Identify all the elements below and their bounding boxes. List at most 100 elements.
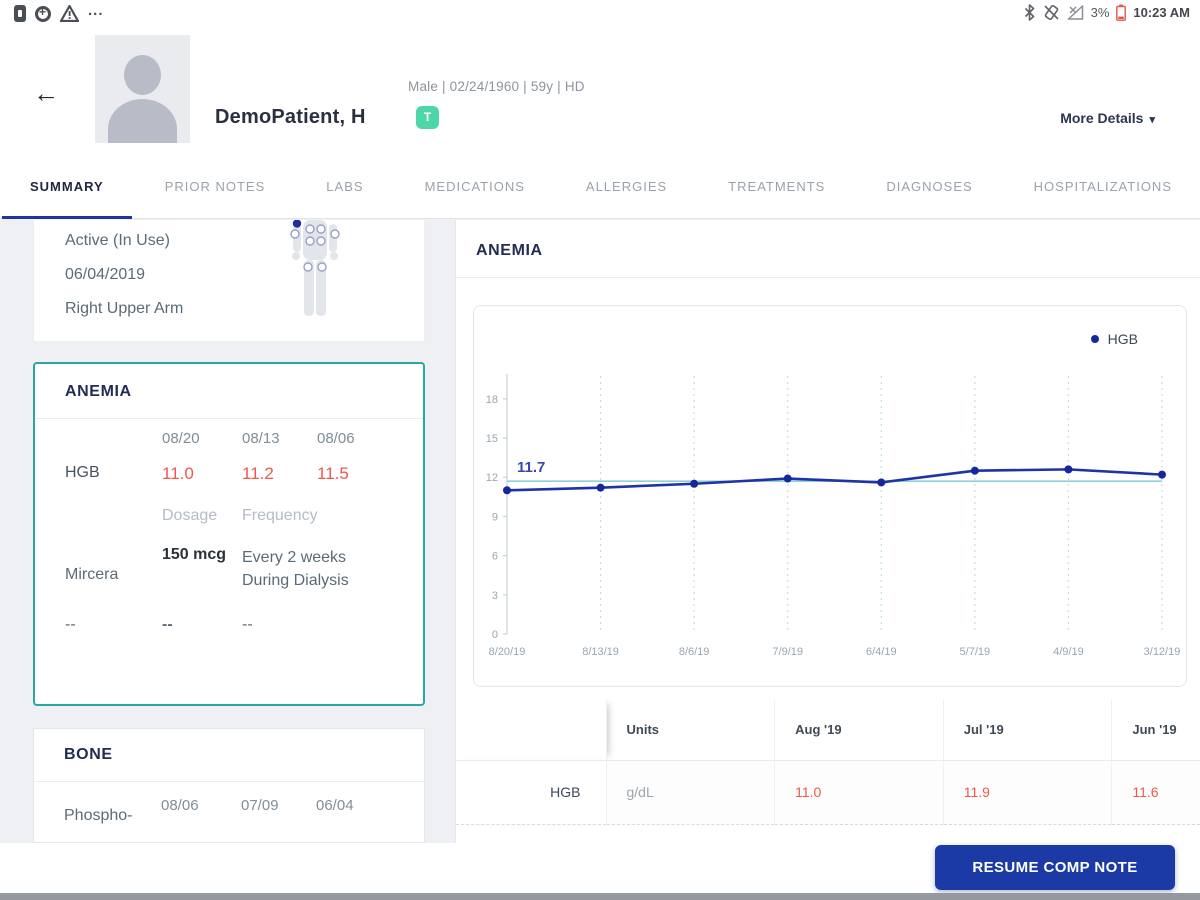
anemia-summary-card[interactable]: ANEMIA 08/20 08/13 08/06 HGB 11.0 11.2 1… bbox=[33, 362, 425, 706]
bluetooth-icon bbox=[1024, 4, 1034, 21]
patient-demographics: Male | 02/24/1960 | 59y | HD bbox=[408, 79, 585, 94]
tab-labs[interactable]: LABS bbox=[324, 155, 365, 219]
dosage-header: Dosage bbox=[162, 507, 218, 524]
lab-date: 08/20 bbox=[162, 430, 200, 447]
anemia-detail-panel: ANEMIA HGB 0 3 6 9 12 15 18 8/20/19 8/13/19 8/6/1… bbox=[455, 220, 1200, 843]
month-header: Jun '19 bbox=[1111, 700, 1200, 761]
tab-label: HOSPITALIZATIONS bbox=[1033, 179, 1172, 194]
telehealth-badge: T bbox=[416, 106, 439, 129]
y-tick-label: 0 bbox=[492, 629, 498, 641]
value-cell: 11.9 bbox=[943, 760, 1113, 825]
tab-summary[interactable]: SUMMARY bbox=[2, 155, 132, 219]
low-battery-icon bbox=[1116, 4, 1127, 21]
x-tick-label: 3/12/19 bbox=[1144, 646, 1181, 658]
y-tick-label: 6 bbox=[492, 551, 498, 563]
legend-label: HGB bbox=[1107, 331, 1138, 347]
avatar bbox=[95, 35, 190, 143]
tab-label: MEDICATIONS bbox=[424, 179, 525, 194]
lab-date: 06/04 bbox=[316, 797, 354, 814]
data-point bbox=[1158, 470, 1166, 479]
y-tick-label: 9 bbox=[492, 511, 498, 523]
lab-date: 08/06 bbox=[161, 797, 199, 814]
y-tick-label: 15 bbox=[486, 433, 498, 445]
empty-value: -- bbox=[242, 616, 253, 633]
data-saver-icon bbox=[35, 5, 51, 22]
lab-value: 11.5 bbox=[317, 464, 349, 483]
battery-dock-icon bbox=[14, 5, 26, 22]
tab-label: TREATMENTS bbox=[728, 179, 826, 194]
row-label: HGB bbox=[456, 760, 607, 825]
data-point bbox=[690, 479, 699, 488]
y-tick-label: 3 bbox=[492, 590, 498, 602]
units-header: Units bbox=[606, 700, 776, 761]
x-tick-label: 6/4/19 bbox=[866, 646, 897, 658]
bone-summary-card[interactable]: BONE Phospho- 08/06 07/09 06/04 bbox=[33, 728, 425, 843]
empty-value: -- bbox=[162, 616, 173, 633]
chevron-down-icon: ▾ bbox=[1149, 114, 1155, 126]
more-details-label: More Details bbox=[1060, 110, 1144, 126]
tab-diagnoses[interactable]: DIAGNOSES bbox=[884, 155, 974, 219]
x-tick-label: 8/6/19 bbox=[679, 646, 710, 658]
med-dosage: 150 mcg bbox=[162, 546, 227, 563]
hgb-line-chart[interactable]: 0 3 6 9 12 15 18 8/20/19 8/13/19 8/6/19 7/9/19 6/4/… bbox=[474, 306, 1188, 688]
warning-icon bbox=[60, 5, 79, 22]
vibrate-mute-icon bbox=[1044, 4, 1059, 21]
table-header-row: Units Aug '19 Jul '19 Jun '19 bbox=[456, 700, 1200, 761]
data-point bbox=[783, 474, 792, 483]
month-header: Jul '19 bbox=[943, 700, 1113, 761]
lab-date: 07/09 bbox=[241, 797, 279, 814]
navigation-band bbox=[0, 893, 1200, 900]
tab-prior-notes[interactable]: PRIOR NOTES bbox=[163, 155, 268, 219]
tab-label: PRIOR NOTES bbox=[164, 179, 266, 194]
value-cell: 11.6 bbox=[1111, 760, 1200, 825]
tab-label: ALLERGIES bbox=[585, 179, 668, 194]
empty-value: -- bbox=[65, 616, 76, 633]
divider bbox=[456, 277, 1200, 278]
resume-comp-note-button[interactable]: RESUME COMP NOTE bbox=[935, 845, 1175, 890]
status-bar: ... 3% 10:23 AM bbox=[0, 0, 1200, 30]
signal-off-icon bbox=[1067, 5, 1083, 20]
reference-annotation: 11.7 bbox=[517, 459, 545, 476]
status-right-group: 3% 10:23 AM bbox=[1023, 4, 1190, 21]
value-cell: 11.0 bbox=[774, 760, 944, 825]
lab-name: Phospho- bbox=[64, 807, 133, 824]
med-frequency-line2: During Dialysis bbox=[242, 572, 349, 589]
data-point bbox=[503, 486, 511, 495]
access-status: Active (In Use) bbox=[65, 232, 170, 249]
more-details-button[interactable]: More Details ▾ bbox=[1060, 110, 1155, 126]
x-tick-label: 8/13/19 bbox=[582, 646, 619, 658]
table-row: HGB g/dL 11.0 11.9 11.6 bbox=[456, 760, 1200, 825]
data-point bbox=[970, 466, 979, 475]
access-site: Right Upper Arm bbox=[65, 300, 184, 317]
tab-medications[interactable]: MEDICATIONS bbox=[423, 155, 527, 219]
avatar-head-shape bbox=[124, 55, 161, 95]
access-site-card[interactable]: Active (In Use) 06/04/2019 Right Upper A… bbox=[33, 220, 425, 342]
patient-name: DemoPatient, H bbox=[215, 106, 366, 128]
section-title: ANEMIA bbox=[476, 242, 543, 259]
y-tick-label: 12 bbox=[486, 472, 498, 484]
med-frequency-line1: Every 2 weeks bbox=[242, 549, 347, 566]
data-point bbox=[877, 478, 886, 487]
lab-value: 11.2 bbox=[242, 464, 274, 483]
back-arrow-icon[interactable]: ← bbox=[33, 78, 59, 109]
x-tick-label: 8/20/19 bbox=[489, 646, 526, 658]
tab-label: DIAGNOSES bbox=[886, 179, 973, 194]
avatar-torso-shape bbox=[108, 99, 177, 143]
hgb-trend-chart-card: HGB 0 3 6 9 12 15 18 8/20/19 8/13/19 8/6/19 7/9/19… bbox=[473, 305, 1187, 687]
card-title: ANEMIA bbox=[65, 383, 132, 400]
tab-allergies[interactable]: ALLERGIES bbox=[584, 155, 669, 219]
y-tick-label: 18 bbox=[486, 394, 498, 406]
x-tick-label: 7/9/19 bbox=[772, 646, 803, 658]
lab-results-table[interactable]: Units Aug '19 Jul '19 Jun '19 HGB g/dL 1… bbox=[456, 700, 1200, 843]
data-point bbox=[1064, 465, 1073, 474]
clock-time: 10:23 AM bbox=[1133, 5, 1190, 20]
empty-header-cell bbox=[456, 700, 607, 761]
lab-name: HGB bbox=[65, 464, 100, 481]
data-point bbox=[596, 483, 605, 492]
access-date: 06/04/2019 bbox=[65, 266, 146, 283]
tab-treatments[interactable]: TREATMENTS bbox=[726, 155, 827, 219]
tab-hospitalizations[interactable]: HOSPITALIZATIONS bbox=[1032, 155, 1174, 219]
lab-date: 08/06 bbox=[317, 430, 355, 447]
lab-value: 11.0 bbox=[162, 464, 194, 483]
body-diagram bbox=[290, 220, 340, 316]
